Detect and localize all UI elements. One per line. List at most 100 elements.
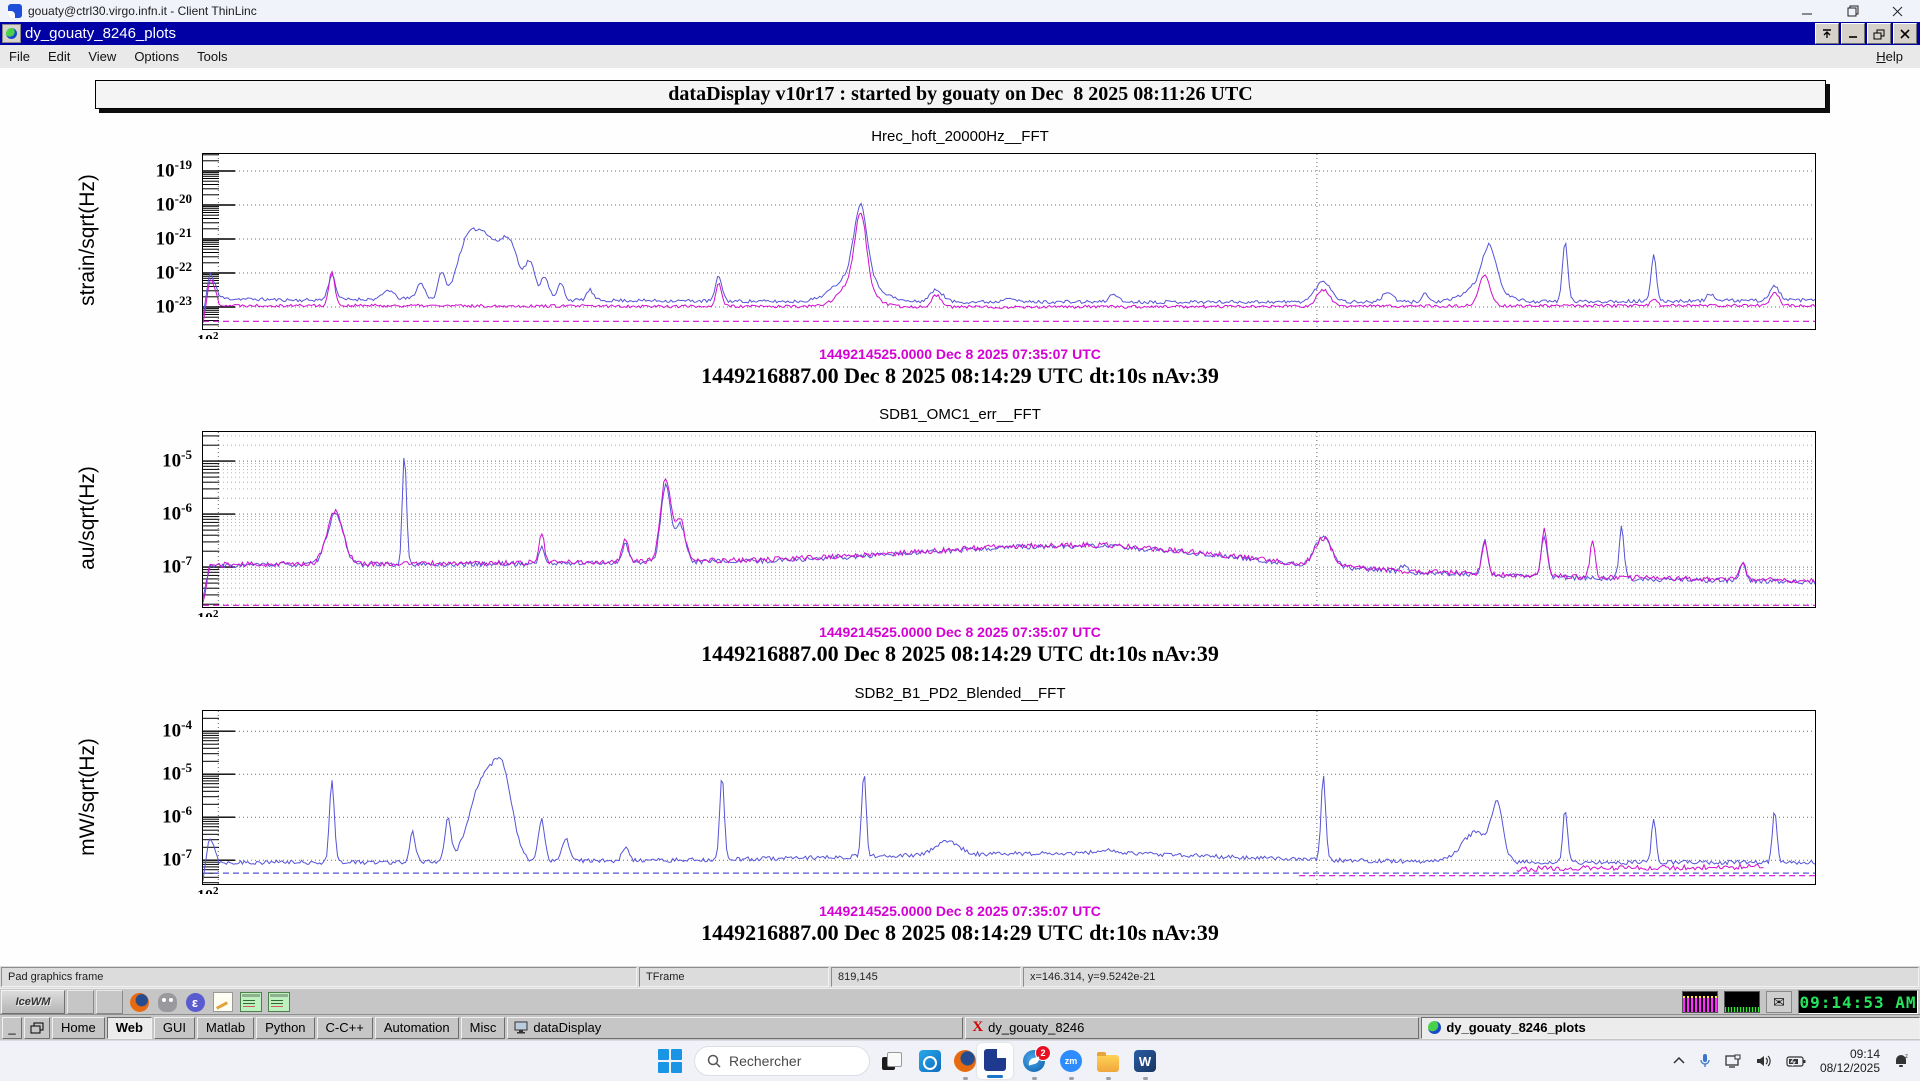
y-tick-label: 10-21 (100, 225, 192, 250)
battery-icon[interactable] (1786, 1056, 1806, 1067)
y-axis-label: strain/sqrt(Hz) (76, 174, 100, 306)
window-list-button[interactable] (24, 1017, 50, 1039)
clock-time: 09:14 (1820, 1047, 1880, 1061)
close-button[interactable] (1875, 0, 1920, 22)
network-monitor (1724, 991, 1760, 1013)
thunderbird-icon[interactable]: 2 (1022, 1049, 1046, 1073)
plot-frame[interactable] (202, 153, 1816, 330)
y-tick-label: 10-7 (100, 553, 192, 578)
icewm-clock: 09:14:53 AM (1798, 990, 1918, 1014)
firefox-launcher-icon[interactable] (127, 991, 151, 1013)
y-tick-label: 10-5 (100, 760, 192, 785)
restore-button[interactable] (1830, 0, 1875, 22)
app-title: dy_gouaty_8246_plots (25, 25, 176, 42)
terminal2-launcher-icon[interactable] (267, 991, 291, 1013)
reference-timestamp: 1449214525.0000 Dec 8 2025 07:35:07 UTC (0, 346, 1920, 362)
search-placeholder: Rechercher (729, 1053, 801, 1069)
workspace-slot-2[interactable] (96, 990, 123, 1014)
workspace-slot-1[interactable] (67, 990, 94, 1014)
current-timestamp: 1449216887.00 Dec 8 2025 08:14:29 UTC dt… (0, 641, 1920, 667)
tab-web[interactable]: Web (107, 1017, 152, 1039)
notification-bell-icon[interactable]: z (1892, 1053, 1910, 1069)
hide-taskbar-button[interactable]: _ (2, 1017, 22, 1039)
tab-misc[interactable]: Misc (461, 1017, 506, 1039)
menu-edit[interactable]: Edit (39, 47, 79, 66)
y-tick-label: 10-20 (100, 191, 192, 216)
y-tick-label: 10-19 (100, 157, 192, 182)
speaker-icon[interactable] (1756, 1054, 1772, 1068)
y-tick-label: 10-7 (100, 846, 192, 871)
notification-badge: 2 (1035, 1045, 1051, 1061)
task-dy-gouaty-8246[interactable]: X dy_gouaty_8246 (965, 1017, 1419, 1039)
tab-python[interactable]: Python (256, 1017, 314, 1039)
search-icon (707, 1054, 721, 1068)
clock-date: 08/12/2025 (1820, 1061, 1880, 1075)
plot-frame[interactable] (202, 431, 1816, 608)
app-titlebar[interactable]: dy_gouaty_8246_plots (0, 22, 1920, 45)
tray-chevron-icon[interactable] (1673, 1057, 1685, 1065)
gimp-launcher-icon[interactable] (155, 991, 179, 1013)
x-tick-label: 102 (197, 330, 219, 339)
tab-gui[interactable]: GUI (154, 1017, 195, 1039)
terminal-launcher-icon[interactable] (239, 991, 263, 1013)
y-tick-label: 10-4 (100, 717, 192, 742)
session-banner: dataDisplay v10r17 : started by gouaty o… (95, 80, 1826, 109)
monitor-icon (514, 1021, 528, 1034)
emacs-launcher-icon[interactable]: ε (183, 991, 207, 1013)
y-axis-label: mW/sqrt(Hz) (76, 738, 100, 856)
status-data-coords: x=146.314, y=9.5242e-21 (1023, 967, 1919, 987)
icewm-toolbar: _ Home Web GUI Matlab Python C-C++ Autom… (0, 1014, 1920, 1040)
icewm-taskbar: IceWM ε ✉ 09:14:53 AM (0, 988, 1920, 1015)
system-clock[interactable]: 09:14 08/12/2025 (1820, 1047, 1880, 1075)
menu-help[interactable]: Help (1867, 47, 1912, 66)
x-tick-label: 102 (197, 885, 219, 894)
outlook-icon[interactable] (918, 1049, 942, 1073)
word-icon[interactable]: W (1133, 1049, 1157, 1073)
minimize-button[interactable] (1785, 0, 1830, 22)
datadisplay-app-icon[interactable] (2, 24, 21, 43)
menu-tools[interactable]: Tools (188, 47, 236, 66)
reference-timestamp: 1449214525.0000 Dec 8 2025 07:35:07 UTC (0, 624, 1920, 640)
plot-hrec: Hrec_hoft_20000Hz__FFT strain/sqrt(Hz) 1… (0, 128, 1920, 403)
menu-view[interactable]: View (79, 47, 125, 66)
tab-automation[interactable]: Automation (375, 1017, 459, 1039)
plot-title: SDB1_OMC1_err__FFT (0, 406, 1920, 423)
tab-home[interactable]: Home (52, 1017, 105, 1039)
file-explorer-icon[interactable] (1096, 1049, 1120, 1073)
plot-frame[interactable] (202, 710, 1816, 885)
task-view-icon[interactable] (880, 1049, 904, 1073)
current-timestamp: 1449216887.00 Dec 8 2025 08:14:29 UTC dt… (0, 920, 1920, 946)
app-minimize-button[interactable] (1841, 23, 1865, 44)
status-pixel-coords: 819,145 (831, 967, 1021, 987)
y-tick-label: 10-23 (100, 293, 192, 318)
firefox-icon[interactable] (953, 1049, 977, 1073)
windows-taskbar: Rechercher 2 zm W 09:14 08/12/2025 z (0, 1040, 1920, 1081)
status-description: Pad graphics frame (1, 967, 637, 987)
menu-options[interactable]: Options (125, 47, 188, 66)
microphone-icon[interactable] (1699, 1053, 1711, 1069)
app-restore-button[interactable] (1867, 23, 1891, 44)
reference-timestamp: 1449214525.0000 Dec 8 2025 07:35:07 UTC (0, 903, 1920, 919)
editor-launcher-icon[interactable] (211, 991, 235, 1013)
menu-file[interactable]: File (0, 47, 39, 66)
datadisplay-task-icon (1428, 1021, 1441, 1034)
task-datadisplay[interactable]: dataDisplay (507, 1017, 963, 1039)
plot-sdb1: SDB1_OMC1_err__FFT au/sqrt(Hz) 144921452… (0, 406, 1920, 681)
display-cast-icon[interactable] (1725, 1054, 1742, 1069)
y-axis-label: au/sqrt(Hz) (76, 466, 100, 570)
x-tick-label: 102 (197, 608, 219, 617)
tab-matlab[interactable]: Matlab (197, 1017, 254, 1039)
status-class: TFrame (639, 967, 829, 987)
app-close-button[interactable] (1893, 23, 1917, 44)
zoom-icon[interactable]: zm (1059, 1049, 1083, 1073)
mail-icon[interactable]: ✉ (1766, 991, 1792, 1013)
y-tick-label: 10-6 (100, 500, 192, 525)
icewm-start-button[interactable]: IceWM (1, 990, 65, 1014)
windows-start-button[interactable] (658, 1049, 682, 1073)
y-tick-label: 10-5 (100, 447, 192, 472)
windows-search[interactable]: Rechercher (694, 1046, 870, 1076)
tab-ccpp[interactable]: C-C++ (317, 1017, 373, 1039)
thinlinc-taskbar-active[interactable] (977, 1043, 1013, 1079)
task-dy-gouaty-8246-plots[interactable]: dy_gouaty_8246_plots (1421, 1017, 1920, 1039)
shade-button[interactable] (1815, 23, 1839, 44)
